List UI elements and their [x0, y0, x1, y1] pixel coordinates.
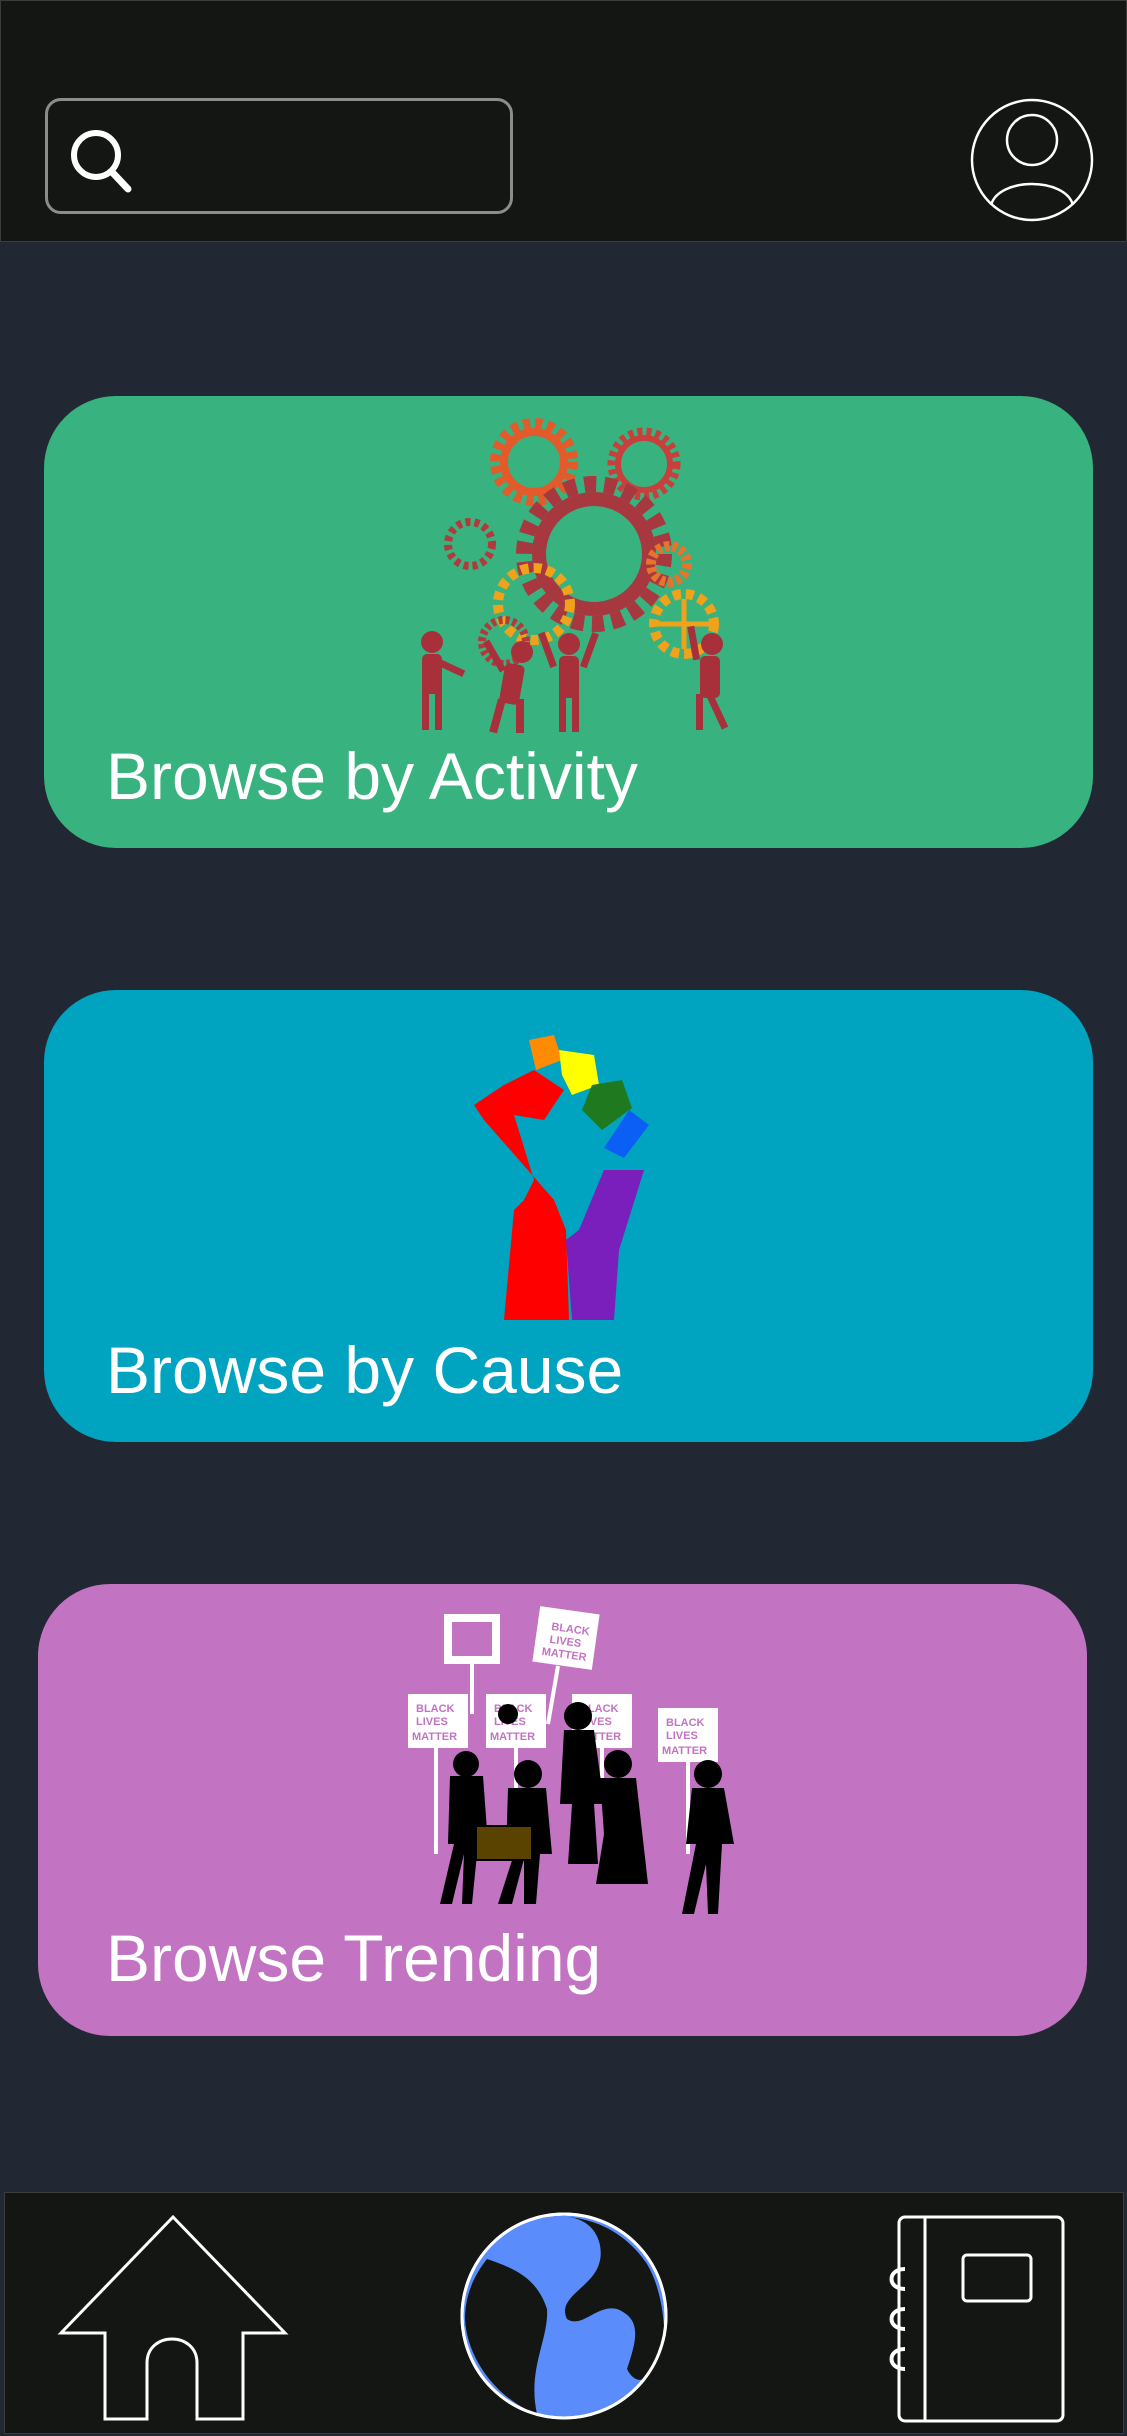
- sign-text: MATTER: [662, 1745, 707, 1757]
- sign-text: BLACK: [666, 1717, 705, 1729]
- sign-text: LIVES: [666, 1730, 698, 1742]
- rainbow-fist-icon: [474, 1035, 649, 1320]
- search-input[interactable]: [148, 121, 492, 193]
- browse-by-activity-label: Browse by Activity: [106, 739, 638, 813]
- top-bar: [0, 0, 1127, 242]
- browse-by-cause-label: Browse by Cause: [106, 1333, 624, 1407]
- protest-crowd-icon: BLACK LIVES MATTER BLACK LIVES MATTER BL…: [408, 1606, 734, 1914]
- globe-icon[interactable]: [457, 2209, 671, 2423]
- search-box[interactable]: [45, 98, 513, 214]
- browse-by-activity-card[interactable]: Browse by Activity: [44, 396, 1093, 848]
- sign-text: BLACK: [416, 1703, 455, 1715]
- notebook-icon[interactable]: [875, 2213, 1075, 2425]
- gears-people-icon: [421, 418, 729, 734]
- browse-trending-card[interactable]: BLACK LIVES MATTER BLACK LIVES MATTER BL…: [38, 1584, 1087, 2036]
- browse-trending-label: Browse Trending: [106, 1921, 602, 1995]
- sign-text: LIVES: [416, 1716, 448, 1728]
- search-icon: [71, 130, 132, 193]
- sign-text: MATTER: [412, 1731, 457, 1743]
- browse-by-cause-card[interactable]: Browse by Cause: [44, 990, 1093, 1442]
- home-icon[interactable]: [57, 2213, 297, 2423]
- user-avatar-icon[interactable]: [969, 97, 1095, 223]
- bottom-nav-bar: [4, 2192, 1124, 2434]
- sign-text: MATTER: [490, 1731, 535, 1743]
